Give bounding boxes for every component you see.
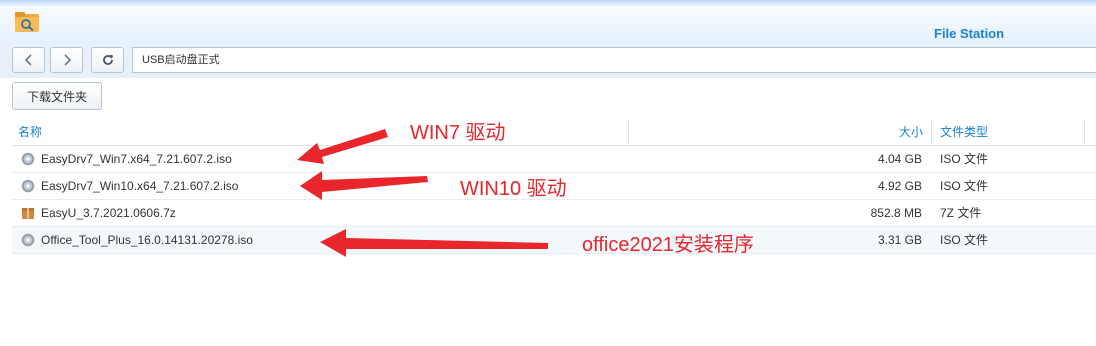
refresh-icon [102,54,113,65]
disc-icon [21,233,35,247]
file-table-header: 名称 大小 文件类型 [12,118,1096,146]
file-row[interactable]: EasyU_3.7.2021.0606.7z 852.8 MB 7Z 文件 [12,200,1096,227]
file-type: ISO 文件 [940,233,989,247]
column-type-header[interactable]: 文件类型 [940,118,988,146]
file-name[interactable]: EasyDrv7_Win10.x64_7.21.607.2.iso [41,173,238,199]
file-size: 4.92 GB [877,179,922,193]
app-header [0,8,1096,44]
file-name[interactable]: Office_Tool_Plus_16.0.14131.20278.iso [41,227,253,253]
file-row[interactable]: EasyDrv7_Win7.x64_7.21.607.2.iso 4.04 GB… [12,146,1096,173]
window-top-edge [0,0,1096,8]
disc-icon [21,179,35,193]
file-type: ISO 文件 [940,152,989,166]
file-size: 852.8 MB [870,206,922,220]
path-field[interactable]: USB启动盘正式 [132,47,1096,73]
column-name-header[interactable]: 名称 [18,118,42,146]
forward-button[interactable] [50,47,83,73]
column-divider[interactable] [628,120,629,144]
chevron-left-icon [24,54,32,66]
download-folder-button[interactable]: 下载文件夹 [12,82,102,110]
column-divider[interactable] [1084,120,1085,144]
annotation-win7-label: WIN7 驱动 [410,122,506,144]
back-button[interactable] [12,47,45,73]
column-size-header[interactable]: 大小 [899,118,923,146]
file-size: 3.31 GB [877,233,922,247]
refresh-button[interactable] [91,47,124,73]
archive-icon [22,208,34,219]
file-station-app-icon [15,12,39,32]
file-row-selected[interactable]: Office_Tool_Plus_16.0.14131.20278.iso 3.… [12,227,1096,254]
file-type: ISO 文件 [940,179,989,193]
file-name[interactable]: EasyU_3.7.2021.0606.7z [41,200,176,226]
annotation-win10-label: WIN10 驱动 [460,178,567,200]
app-title: File Station [934,26,1005,41]
file-name[interactable]: EasyDrv7_Win7.x64_7.21.607.2.iso [41,146,232,172]
disc-icon [21,152,35,166]
file-size: 4.04 GB [877,152,922,166]
column-divider[interactable] [931,120,932,144]
chevron-right-icon [63,54,71,66]
file-type: 7Z 文件 [940,206,982,220]
action-bar [0,78,1096,118]
annotation-office-label: office2021安装程序 [582,234,754,256]
